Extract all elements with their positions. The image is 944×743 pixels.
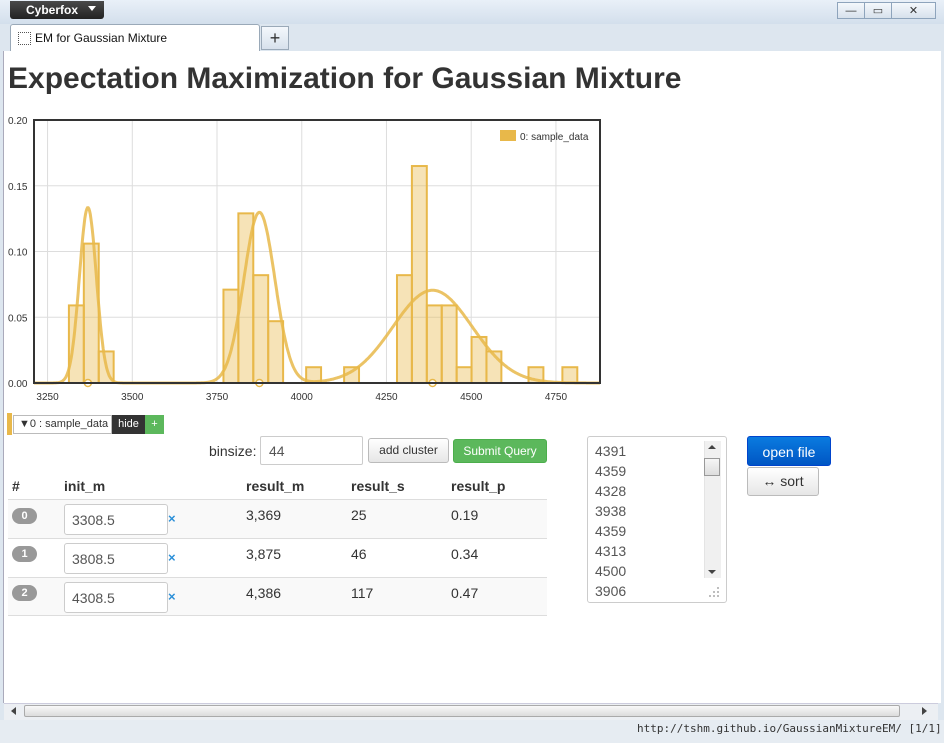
y-tick-label: 0.15: [8, 182, 28, 193]
legend-swatch: [500, 130, 516, 141]
result-m-cell: 3,875: [246, 546, 282, 562]
data-list-item: 3906: [595, 583, 627, 599]
add-series-button[interactable]: +: [145, 415, 164, 434]
remove-cluster-button[interactable]: ×: [168, 589, 176, 604]
histogram-bar: [267, 320, 285, 385]
histogram-bar: [410, 165, 428, 385]
result-s-cell: 46: [351, 546, 367, 562]
remove-cluster-button[interactable]: ×: [168, 550, 176, 565]
result-s-cell: 25: [351, 507, 367, 523]
x-tick-label: 4250: [375, 392, 398, 403]
x-tick-label: 3750: [206, 392, 229, 403]
status-url: http://tshm.github.io/GaussianMixtureEM/…: [637, 722, 944, 735]
new-tab-button[interactable]: +: [261, 26, 289, 50]
y-tick-label: 0.20: [8, 116, 28, 127]
sort-button[interactable]: ↔ sort: [747, 467, 819, 496]
histogram-bar: [395, 274, 413, 384]
col-header-init-m: init_m: [64, 478, 106, 494]
result-m-cell: 4,386: [246, 585, 282, 601]
histogram-bar: [252, 274, 270, 384]
scroll-right-icon[interactable]: [919, 706, 929, 716]
chart-bars: [67, 165, 579, 385]
cluster-index-badge: 2: [12, 585, 37, 601]
scroll-left-icon[interactable]: [9, 706, 19, 716]
result-p-cell: 0.34: [451, 546, 479, 562]
x-tick-label: 4750: [545, 392, 568, 403]
init-m-input[interactable]: [64, 543, 168, 574]
x-tick-label: 3500: [121, 392, 144, 403]
data-list-scroll-thumb[interactable]: [704, 458, 720, 476]
y-tick-label: 0.00: [8, 379, 28, 390]
result-p-cell: 0.19: [451, 507, 479, 523]
horizontal-scroll-thumb[interactable]: [24, 705, 900, 717]
init-m-input[interactable]: [64, 582, 168, 613]
open-file-button[interactable]: open file: [747, 436, 831, 466]
data-list-item: 4500: [595, 563, 627, 579]
result-p-cell: 0.47: [451, 585, 479, 601]
data-list-item: 4328: [595, 483, 627, 499]
data-list-item: 3938: [595, 503, 627, 519]
result-s-cell: 117: [351, 585, 374, 601]
app-menu-button[interactable]: Cyberfox: [10, 1, 104, 19]
legend-label: 0: sample_data: [520, 132, 589, 143]
y-tick-label: 0.05: [8, 313, 28, 324]
remove-cluster-button[interactable]: ×: [168, 511, 176, 526]
histogram-bar: [561, 366, 579, 385]
minimize-button[interactable]: —: [837, 2, 865, 19]
restore-icon: ▭: [872, 5, 884, 17]
add-cluster-button[interactable]: add cluster: [368, 438, 449, 463]
chevron-down-icon: [88, 6, 96, 11]
app-name: Cyberfox: [26, 3, 79, 17]
binsize-input[interactable]: [260, 436, 363, 465]
mixture-density-curve: [34, 206, 600, 385]
scroll-up-icon[interactable]: [707, 443, 717, 451]
resize-grip-icon[interactable]: [708, 586, 720, 598]
x-tick-label: 4500: [460, 392, 483, 403]
submit-query-button[interactable]: Submit Query: [453, 439, 547, 463]
y-tick-label: 0.10: [8, 248, 28, 259]
result-m-cell: 3,369: [246, 507, 282, 523]
histogram-bar: [455, 366, 473, 385]
scroll-down-icon[interactable]: [707, 568, 717, 576]
histogram-bar: [425, 304, 443, 384]
data-list-item: 4359: [595, 523, 627, 539]
chart-curves: [34, 206, 600, 388]
page-icon: [18, 32, 31, 45]
col-header-result-m: result_m: [246, 478, 305, 494]
col-header-result-s: result_s: [351, 478, 405, 494]
histogram-chart: 3250 3500 3750 4000 4250 4500 4750 0.00 0.05 0.10…: [8, 116, 601, 403]
tab-title: EM for Gaussian Mixture: [35, 31, 168, 45]
col-header-index: #: [12, 478, 20, 494]
histogram-bar: [440, 304, 458, 384]
browser-tab[interactable]: EM for Gaussian Mixture: [10, 24, 260, 51]
x-tick-label: 4000: [291, 392, 314, 403]
binsize-label: binsize:: [209, 443, 257, 459]
page-title: Expectation Maximization for Gaussian Mi…: [8, 62, 682, 95]
series-color-handle[interactable]: [7, 413, 12, 435]
close-window-button[interactable]: ✕: [891, 2, 936, 19]
series-toggle-button[interactable]: ▼0 : sample_data: [13, 415, 112, 434]
close-icon: ✕: [908, 5, 919, 17]
data-list-item: 4391: [595, 443, 627, 459]
cluster-index-badge: 1: [12, 546, 37, 562]
x-tick-label: 3250: [36, 392, 59, 403]
chart-grid: [34, 119, 600, 384]
cluster-index-badge: 0: [12, 508, 37, 524]
col-header-result-p: result_p: [451, 478, 506, 494]
minimize-icon: —: [845, 5, 857, 17]
init-m-input[interactable]: [64, 504, 168, 535]
hide-series-button[interactable]: hide: [112, 415, 145, 434]
restore-button[interactable]: ▭: [864, 2, 892, 19]
data-list-item: 4313: [595, 543, 627, 559]
window-titlebar: [0, 0, 944, 24]
data-list-item: 4359: [595, 463, 627, 479]
chart-legend: 0: sample_data: [500, 130, 589, 143]
